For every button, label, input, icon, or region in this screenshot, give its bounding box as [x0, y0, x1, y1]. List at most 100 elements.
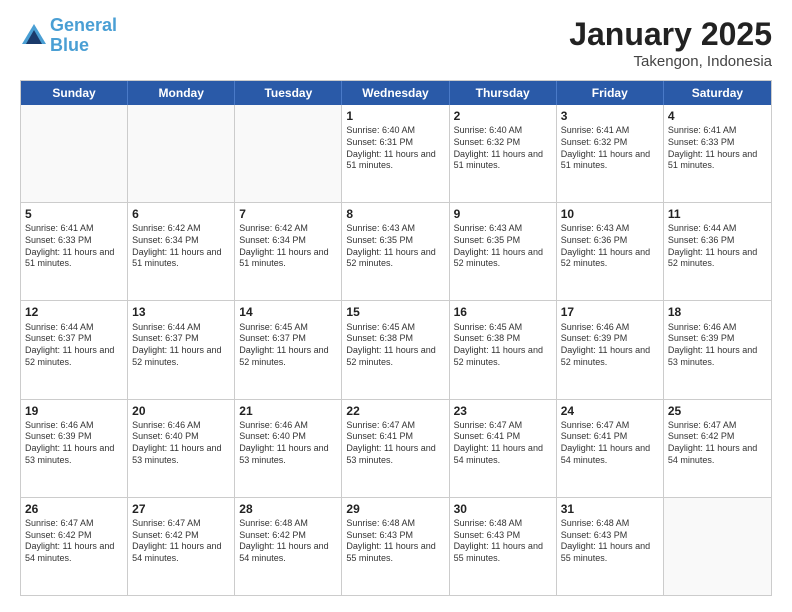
calendar-day-7: 7Sunrise: 6:42 AMSunset: 6:34 PMDaylight…: [235, 203, 342, 300]
calendar-day-15: 15 Sunrise: 6:45 AMSunset: 6:38 PMDayligh…: [342, 301, 449, 398]
day-info: Sunrise: 6:46 AMSunset: 6:40 PMDaylight:…: [132, 420, 230, 467]
day-info: Sunrise: 6:41 AMSunset: 6:32 PMDaylight:…: [561, 125, 659, 172]
day-info: Sunrise: 6:47 AMSunset: 6:41 PMDaylight:…: [561, 420, 659, 467]
day-number: 6: [132, 206, 230, 222]
day-number: 1: [346, 108, 444, 124]
day-number: 26: [25, 501, 123, 517]
day-info: Sunrise: 6:40 AMSunset: 6:31 PMDaylight:…: [346, 125, 444, 172]
day-number: 23: [454, 403, 552, 419]
logo-icon: [20, 22, 48, 50]
calendar-day-5: 5Sunrise: 6:41 AMSunset: 6:33 PMDaylight…: [21, 203, 128, 300]
calendar-day-24: 24Sunrise: 6:47 AMSunset: 6:41 PMDayligh…: [557, 400, 664, 497]
day-info: Sunrise: 6:44 AMSunset: 6:37 PMDaylight:…: [132, 322, 230, 369]
day-number: 22: [346, 403, 444, 419]
day-number: 28: [239, 501, 337, 517]
empty-cell: [235, 105, 342, 202]
day-info: Sunrise: 6:41 AMSunset: 6:33 PMDaylight:…: [668, 125, 767, 172]
title-block: January 2025 Takengon, Indonesia: [569, 16, 772, 70]
day-number: 11: [668, 206, 767, 222]
calendar-day-1: 1Sunrise: 6:40 AMSunset: 6:31 PMDaylight…: [342, 105, 449, 202]
day-number: 2: [454, 108, 552, 124]
day-number: 12: [25, 304, 123, 320]
day-info: Sunrise: 6:48 AMSunset: 6:43 PMDaylight:…: [561, 518, 659, 565]
day-number: 15: [346, 304, 444, 320]
day-number: 4: [668, 108, 767, 124]
day-info: Sunrise: 6:46 AMSunset: 6:39 PMDaylight:…: [668, 322, 767, 369]
day-header-monday: Monday: [128, 81, 235, 105]
day-info: Sunrise: 6:42 AMSunset: 6:34 PMDaylight:…: [239, 223, 337, 270]
calendar-day-17: 17 Sunrise: 6:46 AMSunset: 6:39 PMDayligh…: [557, 301, 664, 398]
day-number: 24: [561, 403, 659, 419]
calendar-day-29: 29Sunrise: 6:48 AMSunset: 6:43 PMDayligh…: [342, 498, 449, 595]
calendar-day-22: 22Sunrise: 6:47 AMSunset: 6:41 PMDayligh…: [342, 400, 449, 497]
calendar-day-25: 25Sunrise: 6:47 AMSunset: 6:42 PMDayligh…: [664, 400, 771, 497]
day-info: Sunrise: 6:47 AMSunset: 6:41 PMDaylight:…: [454, 420, 552, 467]
calendar-body: 1Sunrise: 6:40 AMSunset: 6:31 PMDaylight…: [21, 105, 771, 595]
day-info: Sunrise: 6:42 AMSunset: 6:34 PMDaylight:…: [132, 223, 230, 270]
day-number: 13: [132, 304, 230, 320]
calendar-day-16: 16Sunrise: 6:45 AMSunset: 6:38 PMDayligh…: [450, 301, 557, 398]
day-info: Sunrise: 6:41 AMSunset: 6:33 PMDaylight:…: [25, 223, 123, 270]
day-header-thursday: Thursday: [450, 81, 557, 105]
calendar-day-13: 13 Sunrise: 6:44 AMSunset: 6:37 PMDayligh…: [128, 301, 235, 398]
day-info: Sunrise: 6:43 AMSunset: 6:35 PMDaylight:…: [346, 223, 444, 270]
day-number: 17: [561, 304, 659, 320]
empty-cell: [128, 105, 235, 202]
day-info: Sunrise: 6:46 AMSunset: 6:40 PMDaylight:…: [239, 420, 337, 467]
calendar-day-23: 23Sunrise: 6:47 AMSunset: 6:41 PMDayligh…: [450, 400, 557, 497]
day-info: Sunrise: 6:47 AMSunset: 6:41 PMDaylight:…: [346, 420, 444, 467]
calendar: SundayMondayTuesdayWednesdayThursdayFrid…: [20, 80, 772, 596]
day-info: Sunrise: 6:45 AMSunset: 6:38 PMDaylight:…: [346, 322, 444, 369]
month-title: January 2025: [569, 16, 772, 53]
day-number: 30: [454, 501, 552, 517]
day-info: Sunrise: 6:44 AMSunset: 6:37 PMDaylight:…: [25, 322, 123, 369]
day-number: 5: [25, 206, 123, 222]
logo: General Blue: [20, 16, 117, 56]
calendar-day-11: 11Sunrise: 6:44 AMSunset: 6:36 PMDayligh…: [664, 203, 771, 300]
calendar-day-12: 12 Sunrise: 6:44 AMSunset: 6:37 PMDayligh…: [21, 301, 128, 398]
calendar-day-18: 18 Sunrise: 6:46 AMSunset: 6:39 PMDayligh…: [664, 301, 771, 398]
calendar-day-30: 30Sunrise: 6:48 AMSunset: 6:43 PMDayligh…: [450, 498, 557, 595]
calendar-day-2: 2Sunrise: 6:40 AMSunset: 6:32 PMDaylight…: [450, 105, 557, 202]
day-info: Sunrise: 6:47 AMSunset: 6:42 PMDaylight:…: [668, 420, 767, 467]
day-number: 16: [454, 304, 552, 320]
day-header-saturday: Saturday: [664, 81, 771, 105]
page: General Blue January 2025 Takengon, Indo…: [0, 0, 792, 612]
day-info: Sunrise: 6:46 AMSunset: 6:39 PMDaylight:…: [561, 322, 659, 369]
day-info: Sunrise: 6:48 AMSunset: 6:42 PMDaylight:…: [239, 518, 337, 565]
day-number: 21: [239, 403, 337, 419]
empty-cell: [664, 498, 771, 595]
header: General Blue January 2025 Takengon, Indo…: [20, 16, 772, 70]
calendar-day-8: 8Sunrise: 6:43 AMSunset: 6:35 PMDaylight…: [342, 203, 449, 300]
calendar-day-6: 6Sunrise: 6:42 AMSunset: 6:34 PMDaylight…: [128, 203, 235, 300]
day-header-sunday: Sunday: [21, 81, 128, 105]
calendar-day-4: 4Sunrise: 6:41 AMSunset: 6:33 PMDaylight…: [664, 105, 771, 202]
day-number: 9: [454, 206, 552, 222]
calendar-day-27: 27Sunrise: 6:47 AMSunset: 6:42 PMDayligh…: [128, 498, 235, 595]
day-number: 20: [132, 403, 230, 419]
day-info: Sunrise: 6:43 AMSunset: 6:35 PMDaylight:…: [454, 223, 552, 270]
day-info: Sunrise: 6:48 AMSunset: 6:43 PMDaylight:…: [454, 518, 552, 565]
day-number: 18: [668, 304, 767, 320]
day-info: Sunrise: 6:46 AMSunset: 6:39 PMDaylight:…: [25, 420, 123, 467]
day-number: 3: [561, 108, 659, 124]
day-header-tuesday: Tuesday: [235, 81, 342, 105]
day-info: Sunrise: 6:48 AMSunset: 6:43 PMDaylight:…: [346, 518, 444, 565]
calendar-day-14: 14Sunrise: 6:45 AMSunset: 6:37 PMDayligh…: [235, 301, 342, 398]
day-number: 7: [239, 206, 337, 222]
day-number: 29: [346, 501, 444, 517]
calendar-day-9: 9Sunrise: 6:43 AMSunset: 6:35 PMDaylight…: [450, 203, 557, 300]
day-number: 14: [239, 304, 337, 320]
location-subtitle: Takengon, Indonesia: [569, 53, 772, 70]
calendar-day-28: 28Sunrise: 6:48 AMSunset: 6:42 PMDayligh…: [235, 498, 342, 595]
calendar-day-10: 10Sunrise: 6:43 AMSunset: 6:36 PMDayligh…: [557, 203, 664, 300]
day-header-wednesday: Wednesday: [342, 81, 449, 105]
calendar-week-1: 1Sunrise: 6:40 AMSunset: 6:31 PMDaylight…: [21, 105, 771, 202]
day-number: 8: [346, 206, 444, 222]
day-info: Sunrise: 6:43 AMSunset: 6:36 PMDaylight:…: [561, 223, 659, 270]
day-info: Sunrise: 6:40 AMSunset: 6:32 PMDaylight:…: [454, 125, 552, 172]
day-number: 19: [25, 403, 123, 419]
calendar-day-31: 31Sunrise: 6:48 AMSunset: 6:43 PMDayligh…: [557, 498, 664, 595]
calendar-day-20: 20Sunrise: 6:46 AMSunset: 6:40 PMDayligh…: [128, 400, 235, 497]
calendar-day-19: 19Sunrise: 6:46 AMSunset: 6:39 PMDayligh…: [21, 400, 128, 497]
